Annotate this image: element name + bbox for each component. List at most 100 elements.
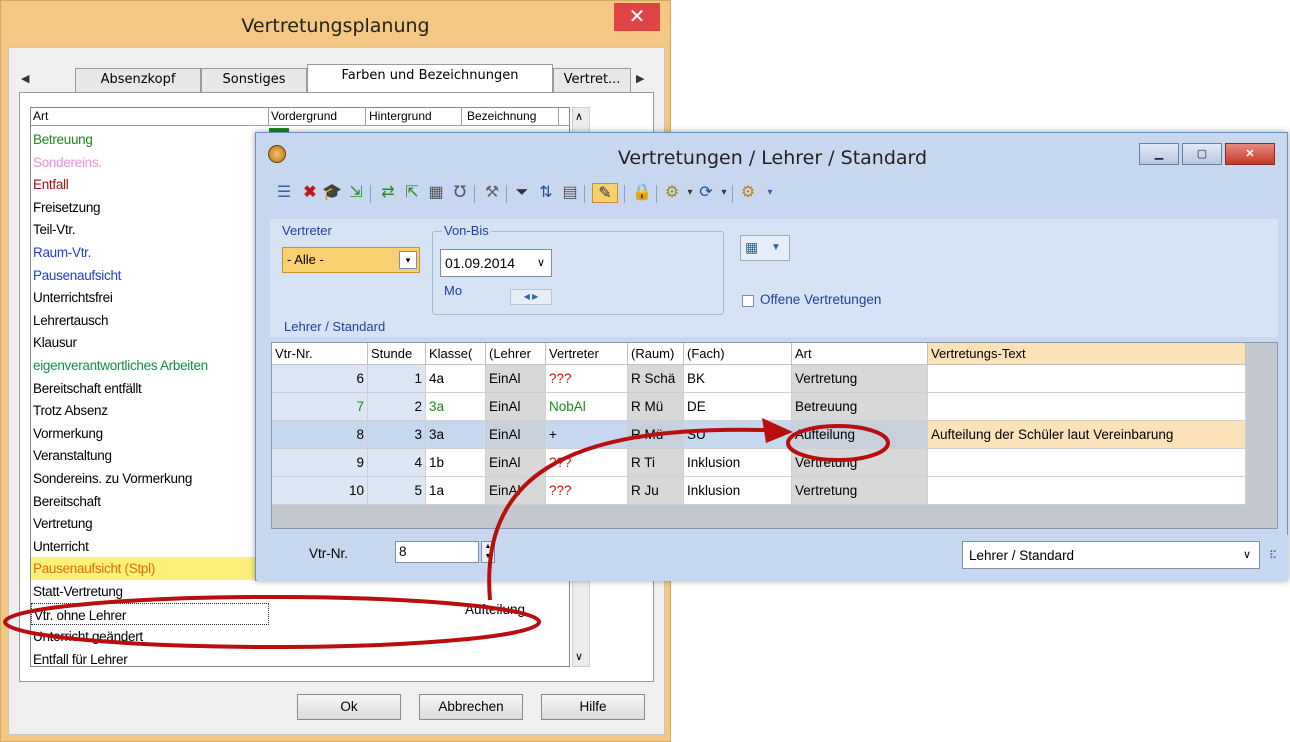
grid-cell-art[interactable]: Betreuung (792, 393, 928, 421)
close-button[interactable]: ✕ (614, 3, 660, 31)
vertreter-select[interactable]: - Alle - ▾ (282, 247, 420, 273)
grid-column-header[interactable]: (Raum) (628, 343, 684, 365)
tab-scroll-left-icon[interactable]: ◀ (21, 72, 29, 85)
list-icon[interactable]: ☰ (274, 183, 294, 203)
cancel-button[interactable]: Abbrechen (419, 694, 523, 720)
grid-cell-nr[interactable]: 6 (272, 365, 368, 393)
list-item[interactable]: eigenverantwortliches Arbeiten (31, 354, 269, 377)
grid-column-header[interactable]: Vertreter (546, 343, 628, 365)
grid-cell-klasse[interactable]: 1b (426, 449, 486, 477)
list-item[interactable]: Bereitschaft (31, 490, 269, 513)
grid-cell-vertreter[interactable]: + (546, 421, 628, 449)
list-item[interactable]: Unterrichtsfrei (31, 286, 269, 309)
toolbar-overflow-icon[interactable]: ▾ (760, 183, 780, 203)
teacher-icon[interactable]: 🎓 (322, 183, 342, 203)
export-icon[interactable]: ⇲ (346, 183, 366, 203)
grid-cell-fach[interactable]: BK (684, 365, 792, 393)
swap-icon[interactable]: ⇄ (378, 183, 398, 203)
grid-cell-raum[interactable]: R Ju (628, 477, 684, 505)
grid-cell-fach[interactable]: DE (684, 393, 792, 421)
list-item[interactable]: Entfall für Lehrer (31, 648, 269, 666)
list-item[interactable]: Betreuung (31, 128, 269, 151)
grid-cell-raum[interactable]: R Schä (628, 365, 684, 393)
grid-column-header[interactable]: (Fach) (684, 343, 792, 365)
grid-cell-art[interactable]: Vertretung (792, 365, 928, 393)
grid-cell-lehrer[interactable]: EinAl (486, 477, 546, 505)
grid-cell-text[interactable] (928, 449, 1246, 477)
grid-column-header[interactable]: Klasse( (426, 343, 486, 365)
grid-cell-stunde[interactable]: 1 (368, 365, 426, 393)
grid-cell-lehrer[interactable]: EinAl (486, 421, 546, 449)
edit-icon[interactable]: ✎ (592, 183, 618, 203)
dialog-titlebar[interactable]: Vertretungsplanung ✕ (1, 1, 670, 47)
calendar-button[interactable]: ▦ ▼ (740, 235, 790, 261)
list-item[interactable]: Bereitschaft entfällt (31, 377, 269, 400)
grid-cell-art[interactable]: Vertretung (792, 449, 928, 477)
tab-sonstiges[interactable]: Sonstiges (201, 68, 307, 92)
window-close-button[interactable]: ✕ (1225, 143, 1275, 165)
tab-scroll-right-icon[interactable]: ▶ (636, 72, 644, 85)
grid-cell-stunde[interactable]: 2 (368, 393, 426, 421)
grid-cell-fach[interactable]: SU (684, 421, 792, 449)
lock-icon[interactable]: 🔒 (632, 183, 652, 203)
offene-vertretungen-checkbox[interactable] (742, 295, 754, 307)
list-item[interactable]: Unterricht geändert (31, 625, 269, 648)
grid-cell-klasse[interactable]: 4a (426, 365, 486, 393)
selected-row-bezeichnung[interactable]: Aufteilung (465, 599, 525, 621)
list-item[interactable]: Veranstaltung (31, 444, 269, 467)
chevron-down-icon[interactable]: ▾ (399, 251, 417, 269)
grid-column-header[interactable]: Vertretungs-Text (928, 343, 1246, 365)
grid-cell-raum[interactable]: R Mü (628, 393, 684, 421)
grid-cell-fach[interactable]: Inklusion (684, 449, 792, 477)
list-item[interactable]: Pausenaufsicht (31, 264, 269, 287)
grid-cell-lehrer[interactable]: EinAl (486, 449, 546, 477)
grid-cell-nr[interactable]: 10 (272, 477, 368, 505)
list-item[interactable]: Lehrertausch (31, 309, 269, 332)
minimize-button[interactable]: ▁ (1139, 143, 1179, 165)
grid-cell-vertreter[interactable]: NobAl (546, 393, 628, 421)
grid-cell-vertreter[interactable]: ??? (546, 365, 628, 393)
scroll-up-icon[interactable]: ∧ (575, 110, 583, 123)
vtrnr-stepper[interactable]: ▲ ▼ (481, 541, 495, 563)
vertretungen-grid[interactable]: Vtr-Nr. Stunde Klasse((Lehrer Vertreter (Rau… (271, 342, 1278, 529)
maximize-button[interactable]: ▢ (1182, 143, 1222, 165)
grid-cell-nr[interactable]: 7 (272, 393, 368, 421)
list-item[interactable]: Vormerkung (31, 422, 269, 445)
grid-cell-nr[interactable]: 8 (272, 421, 368, 449)
list-item[interactable]: Raum-Vtr. (31, 241, 269, 264)
grid-cell-text[interactable] (928, 477, 1246, 505)
scroll-down-icon[interactable]: ∨ (575, 650, 583, 663)
grid-cell-text[interactable] (928, 393, 1246, 421)
grid-cell-lehrer[interactable]: EinAl (486, 393, 546, 421)
grid-cell-nr[interactable]: 9 (272, 449, 368, 477)
grid-cell-klasse[interactable]: 1a (426, 477, 486, 505)
list-item[interactable]: Freisetzung (31, 196, 269, 219)
refresh-icon[interactable]: ⟳ (696, 183, 716, 203)
chevron-down-icon[interactable]: ▾ (714, 183, 734, 203)
date-picker[interactable]: 01.09.2014 ∨ (440, 249, 552, 277)
day-stepper[interactable]: ◀ ▶ (510, 289, 552, 305)
stethoscope-icon[interactable]: ℧ (450, 183, 470, 203)
list-item[interactable]: Klausur (31, 331, 269, 354)
import-icon[interactable]: ⇱ (402, 183, 422, 203)
help-button[interactable]: Hilfe (541, 694, 645, 720)
resize-grip-icon[interactable]: ⠯ (1269, 549, 1277, 562)
grid-cell-text[interactable] (928, 365, 1246, 393)
grid-cell-raum[interactable]: R Ti (628, 449, 684, 477)
grid-cell-klasse[interactable]: 3a (426, 393, 486, 421)
col-header-hintergrund[interactable]: Hintergrund (369, 109, 432, 123)
grid-column-header[interactable]: Art (792, 343, 928, 365)
list-item[interactable]: Vtr. ohne Lehrer (31, 602, 269, 626)
delete-icon[interactable]: ✖ (300, 183, 320, 203)
calculator-icon[interactable]: ▦ (426, 183, 446, 203)
list-item[interactable]: Sondereins. (31, 151, 269, 174)
grid-column-header[interactable]: Stunde (368, 343, 426, 365)
col-header-art[interactable]: Art (33, 109, 48, 123)
grid-cell-fach[interactable]: Inklusion (684, 477, 792, 505)
view-select[interactable]: Lehrer / Standard ∨ (962, 541, 1260, 569)
col-header-vordergrund[interactable]: Vordergrund (271, 109, 337, 123)
filter-icon[interactable]: ⏷ (512, 183, 532, 203)
grid-icon[interactable]: ▤ (560, 183, 580, 203)
grid-cell-stunde[interactable]: 4 (368, 449, 426, 477)
col-header-bezeichnung[interactable]: Bezeichnung (467, 109, 536, 123)
